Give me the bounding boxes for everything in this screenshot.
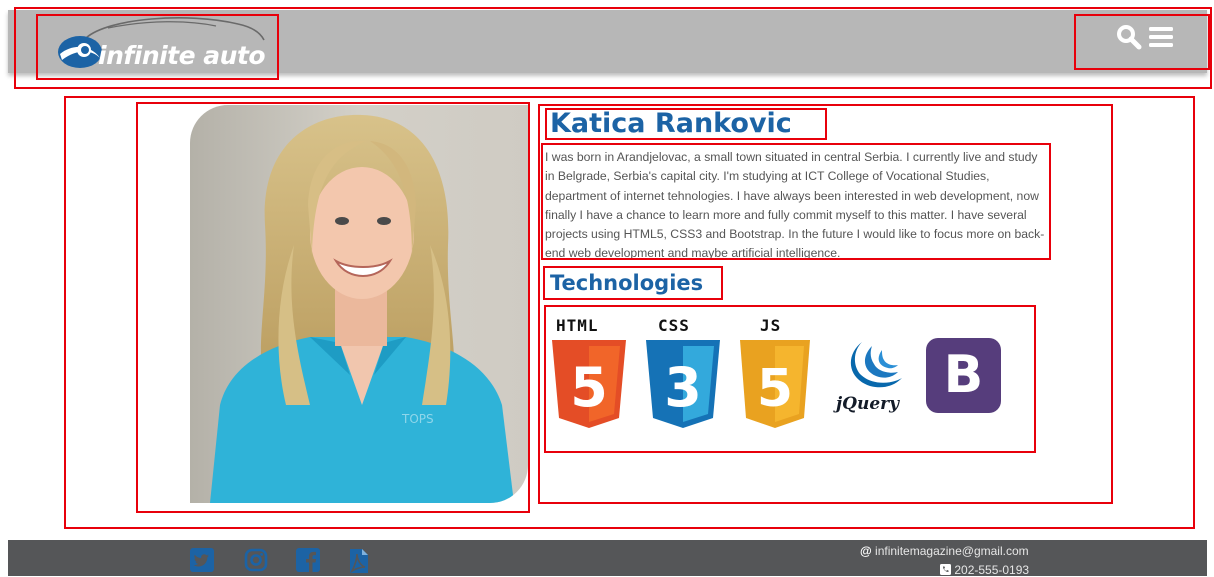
email-text: infinitemagazine@gmail.com — [875, 544, 1029, 558]
instagram-icon[interactable] — [244, 548, 268, 572]
at-sign-icon: @ — [860, 544, 872, 558]
highlight-photo — [136, 102, 530, 513]
highlight-logo — [36, 14, 279, 80]
highlight-tech-heading — [543, 266, 723, 300]
phone-icon — [940, 564, 951, 575]
facebook-icon[interactable] — [296, 548, 320, 572]
footer-phone[interactable]: 202-555-0193 — [940, 563, 1029, 577]
phone-text: 202-555-0193 — [954, 563, 1030, 577]
highlight-bio — [541, 143, 1051, 260]
highlight-tech-logos — [544, 305, 1036, 453]
twitter-icon[interactable] — [190, 548, 214, 572]
pdf-icon[interactable] — [348, 548, 370, 574]
highlight-header-icons — [1074, 14, 1210, 70]
highlight-name — [545, 108, 827, 140]
footer-email[interactable]: @ infinitemagazine@gmail.com — [860, 544, 1029, 558]
